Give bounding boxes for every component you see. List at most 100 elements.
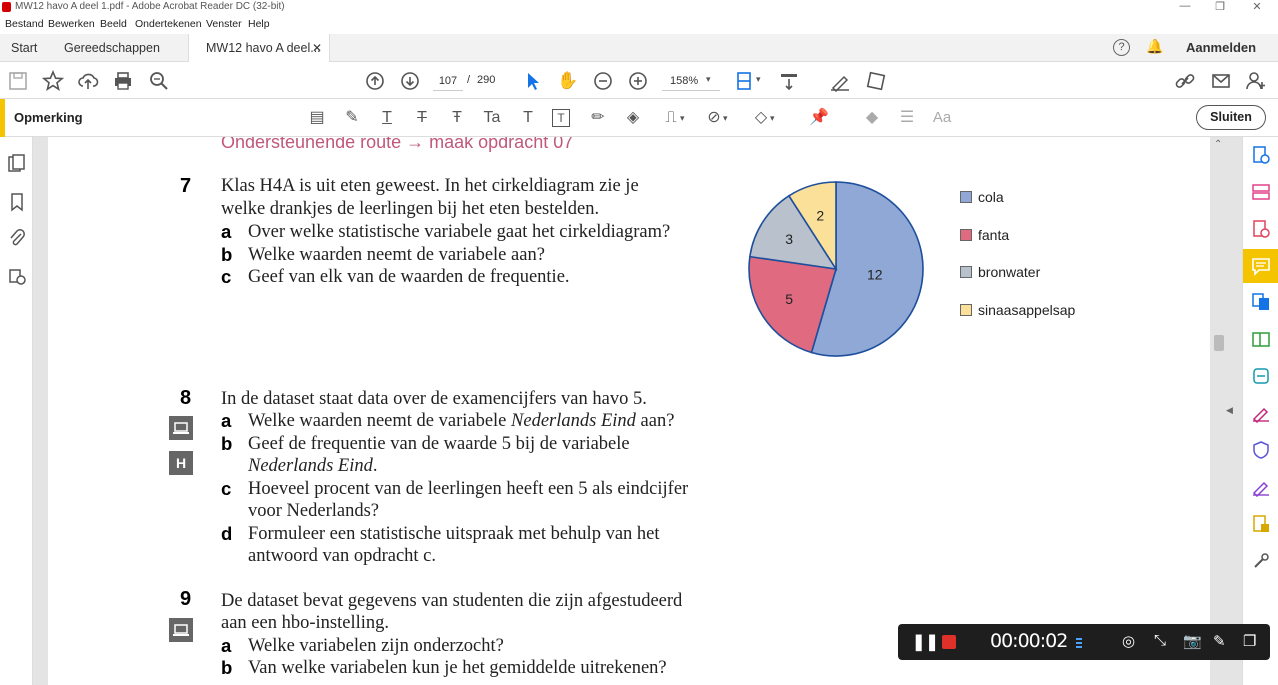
pie-chart: 12 5 3 2: [748, 181, 924, 357]
help-icon[interactable]: ?: [1113, 39, 1130, 56]
collapse-right-panel-icon[interactable]: ◀: [1226, 405, 1233, 416]
page-thumbnails-icon[interactable]: [7, 154, 27, 174]
sticky-note-icon[interactable]: ▤: [306, 107, 328, 129]
request-signature-icon[interactable]: [1251, 477, 1271, 497]
add-user-icon[interactable]: [1245, 70, 1267, 92]
pin-icon[interactable]: 📌: [808, 107, 830, 129]
menu-venster[interactable]: Venster: [206, 18, 242, 30]
star-icon[interactable]: [42, 70, 64, 92]
menu-bestand[interactable]: Bestand: [5, 18, 44, 30]
menu-beeld[interactable]: Beeld: [100, 18, 127, 30]
email-icon[interactable]: [1210, 70, 1232, 92]
export-pdf-icon[interactable]: [1251, 145, 1271, 165]
stop-record-icon[interactable]: [942, 635, 956, 649]
more-tools-icon[interactable]: [1251, 551, 1271, 571]
pie-label-cola: 12: [867, 267, 883, 283]
send-review-icon[interactable]: [1251, 514, 1271, 534]
organize-pages-icon[interactable]: [1251, 182, 1271, 202]
close-tab-icon[interactable]: ✕: [312, 34, 322, 62]
underline-text-icon[interactable]: T: [376, 107, 398, 129]
close-comment-button[interactable]: Sluiten: [1196, 105, 1266, 130]
close-window-icon[interactable]: ✕: [1247, 0, 1267, 13]
notification-bell-icon[interactable]: 🔔: [1146, 38, 1163, 55]
q7-line-1: Klas H4A is uit eten geweest. In het cir…: [221, 176, 639, 196]
scrollbar-thumb[interactable]: [1214, 335, 1224, 351]
legend-label-sinaasappelsap: sinaasappelsap: [978, 301, 1076, 318]
paperclip-icon[interactable]: [7, 228, 27, 248]
q8a-text: Welke waarden neemt de variabele Nederla…: [248, 410, 674, 433]
insert-text-icon[interactable]: Ta: [481, 107, 503, 129]
edit-pdf-icon[interactable]: [1251, 329, 1271, 349]
q8b-line-2: Nederlands Eind.: [248, 455, 378, 478]
print-icon[interactable]: [112, 70, 134, 92]
menu-help[interactable]: Help: [248, 18, 270, 30]
strikethrough-text-icon[interactable]: T: [411, 107, 433, 129]
eraser-icon[interactable]: ◈: [622, 107, 644, 129]
right-tools-rail: [1242, 137, 1278, 685]
draw-pen-icon[interactable]: ✎: [1213, 632, 1226, 650]
restore-icon[interactable]: ❐: [1210, 0, 1230, 13]
minimize-icon[interactable]: —: [1175, 0, 1195, 12]
create-pdf-icon[interactable]: [1251, 219, 1271, 239]
menu-bar: Bestand Bewerken Beeld Ondertekenen Vens…: [0, 14, 1278, 34]
zoom-search-icon[interactable]: [148, 70, 170, 92]
scroll-mode-icon[interactable]: [778, 70, 800, 92]
menu-bewerken[interactable]: Bewerken: [48, 18, 95, 30]
select-cursor-icon[interactable]: [522, 70, 544, 92]
replace-text-icon[interactable]: Ŧ: [446, 107, 468, 129]
scroll-up-icon[interactable]: ⌃: [1214, 139, 1222, 150]
comment-toolbar-title: Opmerking: [14, 110, 83, 125]
combine-files-icon[interactable]: [1251, 292, 1271, 312]
add-text-comment-icon[interactable]: T: [517, 107, 539, 129]
page-number-input[interactable]: 107: [433, 71, 463, 91]
sign-icon[interactable]: [829, 70, 851, 92]
tab-document[interactable]: MW12 havo A deel... ✕: [188, 34, 330, 62]
font-icon[interactable]: Aa: [931, 107, 953, 129]
focus-camera-icon[interactable]: ◎: [1122, 632, 1135, 650]
laptop-icon: [169, 416, 193, 440]
screenshot-camera-icon[interactable]: 📷: [1183, 632, 1202, 650]
stamp-tool-icon[interactable]: [865, 70, 887, 92]
document-viewport[interactable]: Ondersteunende route → maak opdracht 07 …: [33, 137, 1242, 685]
page-fit-dropdown-icon[interactable]: ▾: [756, 74, 761, 85]
signin-button[interactable]: Aanmelden: [1186, 40, 1256, 55]
tab-tools[interactable]: Gereedschappen: [64, 34, 160, 62]
pencil-icon[interactable]: ✏: [587, 107, 609, 129]
attach-file-icon[interactable]: ⊘: [703, 107, 725, 129]
previous-page-icon[interactable]: [364, 70, 386, 92]
share-link-icon[interactable]: [1174, 70, 1196, 92]
zoom-select[interactable]: 158% ▾: [662, 71, 720, 91]
page-fit-icon[interactable]: [735, 70, 757, 92]
save-icon[interactable]: [7, 70, 29, 92]
q8a-text-post: aan?: [635, 411, 675, 431]
text-box-icon[interactable]: T: [552, 109, 570, 127]
layers-icon[interactable]: [7, 266, 27, 286]
fill-color-icon[interactable]: ◆: [861, 107, 883, 129]
shapes-icon[interactable]: ◇: [750, 107, 772, 129]
highlight-icon[interactable]: ✎: [341, 107, 363, 129]
q7c-letter: c: [221, 266, 232, 287]
attach-dropdown-icon[interactable]: ▾: [723, 113, 728, 124]
tab-start[interactable]: Start: [11, 34, 37, 62]
fill-sign-icon[interactable]: [1251, 403, 1271, 423]
zoom-in-icon[interactable]: [627, 70, 649, 92]
minimize-recorder-icon[interactable]: ❐: [1243, 632, 1256, 650]
hand-tool-icon[interactable]: ✋: [557, 70, 579, 92]
bookmark-icon[interactable]: [7, 192, 27, 212]
audio-level-icon: [1076, 638, 1082, 650]
next-page-icon[interactable]: [399, 70, 421, 92]
line-weight-icon[interactable]: ☰: [896, 107, 918, 129]
zoom-out-icon[interactable]: [592, 70, 614, 92]
legend-label-bronwater: bronwater: [978, 264, 1041, 280]
shrink-icon[interactable]: ⤡: [1154, 632, 1166, 649]
vertical-scrollbar[interactable]: ⌃: [1211, 137, 1227, 685]
comment-tool-active[interactable]: [1243, 249, 1278, 283]
stamp-dropdown-icon[interactable]: ▾: [680, 113, 685, 124]
upload-cloud-icon[interactable]: [77, 70, 99, 92]
menu-ondertekenen[interactable]: Ondertekenen: [135, 18, 202, 30]
stamp-icon[interactable]: ⎍: [660, 107, 682, 129]
scan-ocr-icon[interactable]: [1251, 366, 1271, 386]
protect-shield-icon[interactable]: [1251, 440, 1271, 460]
shapes-dropdown-icon[interactable]: ▾: [770, 113, 775, 124]
pause-icon[interactable]: ❚❚: [912, 632, 939, 652]
